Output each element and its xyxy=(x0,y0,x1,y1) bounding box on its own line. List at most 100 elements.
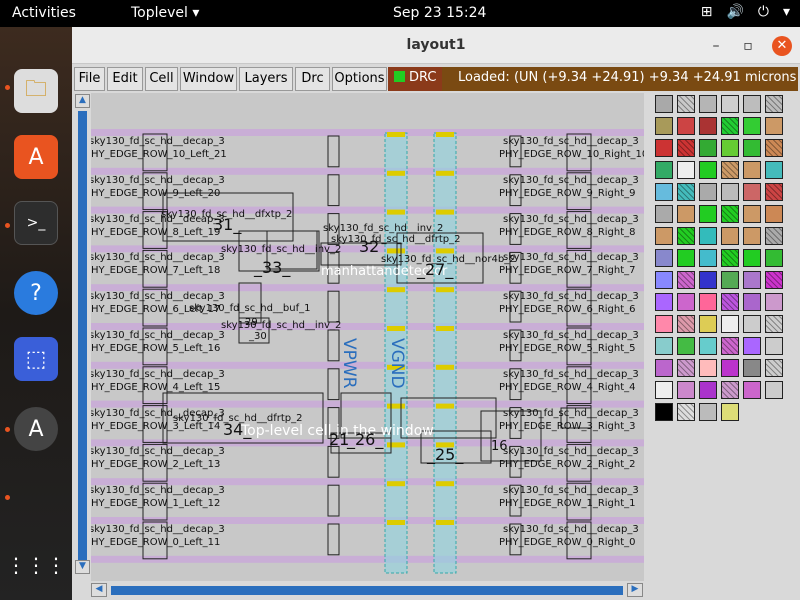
layer-swatch[interactable] xyxy=(655,183,673,201)
layer-swatch[interactable] xyxy=(765,227,783,245)
layer-swatch[interactable] xyxy=(655,359,673,377)
layer-swatch[interactable] xyxy=(743,227,761,245)
layer-swatch[interactable] xyxy=(677,337,695,355)
layer-swatch[interactable] xyxy=(655,403,673,421)
scroll-up-icon[interactable]: ▲ xyxy=(75,94,90,108)
layer-swatch[interactable] xyxy=(677,403,695,421)
menu-window[interactable]: Window xyxy=(180,67,237,91)
menu-edit[interactable]: Edit xyxy=(107,67,143,91)
layer-swatch[interactable] xyxy=(765,315,783,333)
layer-swatch[interactable] xyxy=(655,381,673,399)
layer-swatch[interactable] xyxy=(677,271,695,289)
network-icon[interactable]: ⊞ xyxy=(701,4,713,20)
layer-swatch[interactable] xyxy=(765,95,783,113)
layer-swatch[interactable] xyxy=(699,249,717,267)
vertical-scroll-thumb[interactable] xyxy=(78,111,87,561)
layer-swatch[interactable] xyxy=(721,205,739,223)
updater-icon[interactable]: A xyxy=(14,407,58,451)
layer-swatch[interactable] xyxy=(677,95,695,113)
layer-swatch[interactable] xyxy=(699,139,717,157)
layer-swatch[interactable] xyxy=(743,337,761,355)
title-bar[interactable]: layout1 – ▫ ✕ xyxy=(72,27,800,64)
layer-swatch[interactable] xyxy=(699,205,717,223)
layer-swatch[interactable] xyxy=(765,117,783,135)
layer-swatch[interactable] xyxy=(677,161,695,179)
layer-swatch[interactable] xyxy=(743,249,761,267)
layer-swatch[interactable] xyxy=(699,381,717,399)
layer-swatch[interactable] xyxy=(721,315,739,333)
maximize-button[interactable]: ▫ xyxy=(738,36,758,56)
layer-swatch[interactable] xyxy=(743,293,761,311)
layer-swatch[interactable] xyxy=(699,161,717,179)
show-apps-icon[interactable]: ⋮⋮⋮ xyxy=(6,543,66,587)
menu-options[interactable]: Options xyxy=(332,67,387,91)
close-button[interactable]: ✕ xyxy=(772,36,792,56)
layer-swatch[interactable] xyxy=(677,293,695,311)
layer-swatch[interactable] xyxy=(743,161,761,179)
layer-swatch[interactable] xyxy=(765,359,783,377)
layer-swatch[interactable] xyxy=(743,359,761,377)
layer-swatch[interactable] xyxy=(721,293,739,311)
layer-swatch[interactable] xyxy=(765,381,783,399)
menu-cell[interactable]: Cell xyxy=(145,67,178,91)
software-store-icon[interactable]: A xyxy=(14,135,58,179)
minimize-button[interactable]: – xyxy=(706,36,726,56)
layer-swatch[interactable] xyxy=(655,249,673,267)
layer-swatch[interactable] xyxy=(699,315,717,333)
layer-swatch[interactable] xyxy=(721,117,739,135)
terminal-icon[interactable]: >_ xyxy=(14,201,58,245)
layer-swatch[interactable] xyxy=(743,205,761,223)
layer-swatch[interactable] xyxy=(699,271,717,289)
scroll-down-icon[interactable]: ▼ xyxy=(75,560,90,574)
layer-palette[interactable] xyxy=(645,93,800,600)
layer-swatch[interactable] xyxy=(721,249,739,267)
layout-canvas[interactable]: manhattandetector Top-level cell in the … xyxy=(91,93,644,581)
layer-swatch[interactable] xyxy=(677,359,695,377)
layer-swatch[interactable] xyxy=(743,117,761,135)
files-icon[interactable]: 🗀 xyxy=(14,69,58,113)
layer-swatch[interactable] xyxy=(699,403,717,421)
layer-swatch[interactable] xyxy=(655,161,673,179)
layer-swatch[interactable] xyxy=(655,95,673,113)
layer-swatch[interactable] xyxy=(765,205,783,223)
layer-swatch[interactable] xyxy=(699,95,717,113)
layer-swatch[interactable] xyxy=(721,227,739,245)
layer-swatch[interactable] xyxy=(743,381,761,399)
layer-swatch[interactable] xyxy=(743,271,761,289)
layer-swatch[interactable] xyxy=(721,381,739,399)
layer-swatch[interactable] xyxy=(765,183,783,201)
layer-swatch[interactable] xyxy=(655,227,673,245)
layer-swatch[interactable] xyxy=(721,271,739,289)
layer-swatch[interactable] xyxy=(655,271,673,289)
menu-layers[interactable]: Layers xyxy=(239,67,293,91)
layer-swatch[interactable] xyxy=(699,337,717,355)
vertical-scrollbar[interactable]: ▲ ▼ xyxy=(74,93,91,576)
layer-swatch[interactable] xyxy=(655,293,673,311)
layer-swatch[interactable] xyxy=(721,359,739,377)
layer-swatch[interactable] xyxy=(677,315,695,333)
menu-file[interactable]: File xyxy=(74,67,105,91)
layer-swatch[interactable] xyxy=(677,183,695,201)
help-icon[interactable]: ? xyxy=(14,271,58,315)
chevron-down-icon[interactable]: ▾ xyxy=(783,4,790,20)
layer-swatch[interactable] xyxy=(699,359,717,377)
layer-swatch[interactable] xyxy=(677,205,695,223)
layer-swatch[interactable] xyxy=(765,337,783,355)
layer-swatch[interactable] xyxy=(677,381,695,399)
layer-swatch[interactable] xyxy=(743,183,761,201)
layer-swatch[interactable] xyxy=(721,139,739,157)
layer-swatch[interactable] xyxy=(655,315,673,333)
screenshot-icon[interactable]: ⬚ xyxy=(14,337,58,381)
layer-swatch[interactable] xyxy=(655,139,673,157)
layer-swatch[interactable] xyxy=(721,183,739,201)
layer-swatch[interactable] xyxy=(699,117,717,135)
layer-swatch[interactable] xyxy=(677,227,695,245)
activities-button[interactable]: Activities xyxy=(12,5,76,21)
power-icon[interactable]: ⏻ xyxy=(758,4,769,20)
layer-swatch[interactable] xyxy=(765,249,783,267)
horizontal-scroll-thumb[interactable] xyxy=(111,586,623,595)
horizontal-scrollbar[interactable]: ◀ ▶ xyxy=(91,582,644,598)
layer-swatch[interactable] xyxy=(655,205,673,223)
layer-swatch[interactable] xyxy=(743,139,761,157)
layer-swatch[interactable] xyxy=(743,315,761,333)
